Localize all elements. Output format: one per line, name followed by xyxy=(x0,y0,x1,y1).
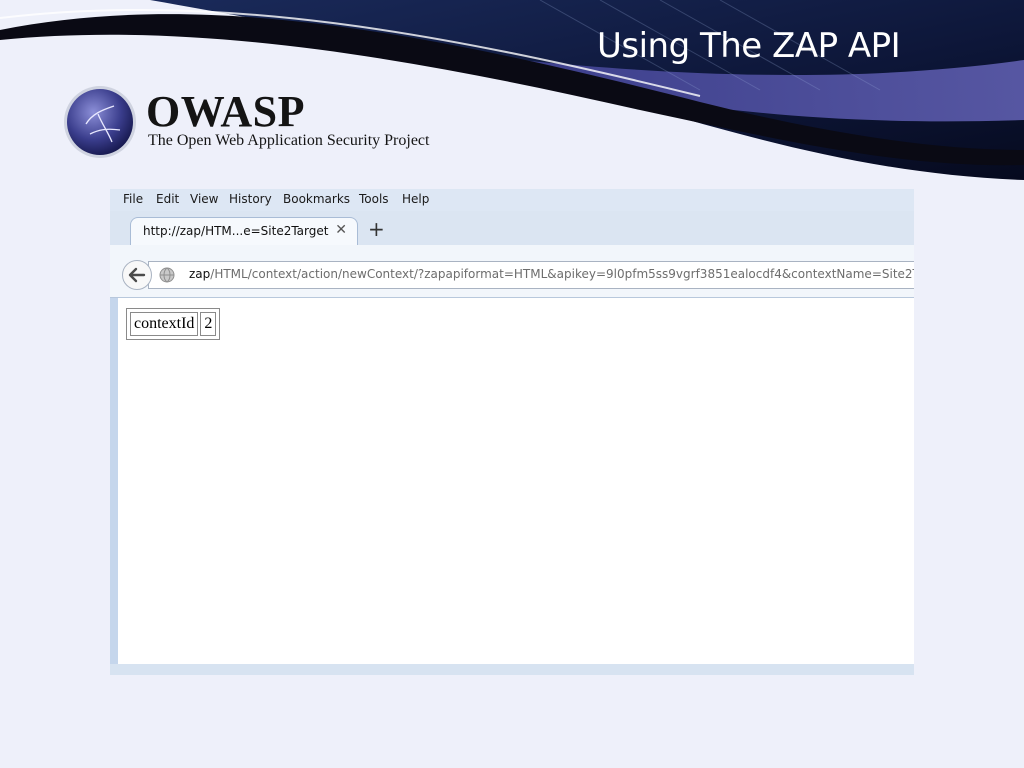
menu-help[interactable]: Help xyxy=(402,192,429,206)
plus-icon[interactable]: + xyxy=(368,217,385,241)
menu-file[interactable]: File xyxy=(123,192,143,206)
navigation-bar: zap/HTML/context/action/newContext/?zapa… xyxy=(110,245,914,298)
tab-active[interactable]: http://zap/HTM...e=Site2Target ✕ xyxy=(130,217,358,246)
menu-edit[interactable]: Edit xyxy=(156,192,179,206)
url-host: zap xyxy=(189,267,211,281)
globe-icon xyxy=(159,267,175,283)
menu-history[interactable]: History xyxy=(229,192,272,206)
menu-bar: File Edit View History Bookmarks Tools H… xyxy=(110,189,914,211)
back-arrow-icon xyxy=(128,267,146,283)
result-key-cell: contextId xyxy=(130,312,199,336)
owasp-globe-icon xyxy=(64,86,136,158)
url-path: /HTML/context/action/newContext/?zapapif… xyxy=(210,267,914,281)
tab-title: http://zap/HTM...e=Site2Target xyxy=(143,224,329,238)
url-bar[interactable]: zap/HTML/context/action/newContext/?zapa… xyxy=(148,261,914,289)
result-table: contextId 2 xyxy=(126,308,221,340)
menu-bookmarks[interactable]: Bookmarks xyxy=(283,192,350,206)
browser-window: File Edit View History Bookmarks Tools H… xyxy=(110,189,914,675)
owasp-wordmark: OWASP xyxy=(146,87,305,136)
owasp-tagline: The Open Web Application Security Projec… xyxy=(148,132,430,149)
url-text: zap/HTML/context/action/newContext/?zapa… xyxy=(189,267,914,281)
slide-title: Using The ZAP API xyxy=(597,26,901,66)
back-button[interactable] xyxy=(122,260,152,290)
menu-view[interactable]: View xyxy=(190,192,218,206)
result-value-cell: 2 xyxy=(200,312,217,336)
tab-strip: http://zap/HTM...e=Site2Target ✕ + xyxy=(110,211,914,246)
page-content: contextId 2 xyxy=(118,298,914,664)
owasp-logo: OWASP The Open Web Application Security … xyxy=(62,84,462,164)
menu-tools[interactable]: Tools xyxy=(359,192,389,206)
table-row: contextId 2 xyxy=(130,312,217,336)
close-icon[interactable]: ✕ xyxy=(335,222,347,238)
window-bottom-edge xyxy=(110,664,914,675)
